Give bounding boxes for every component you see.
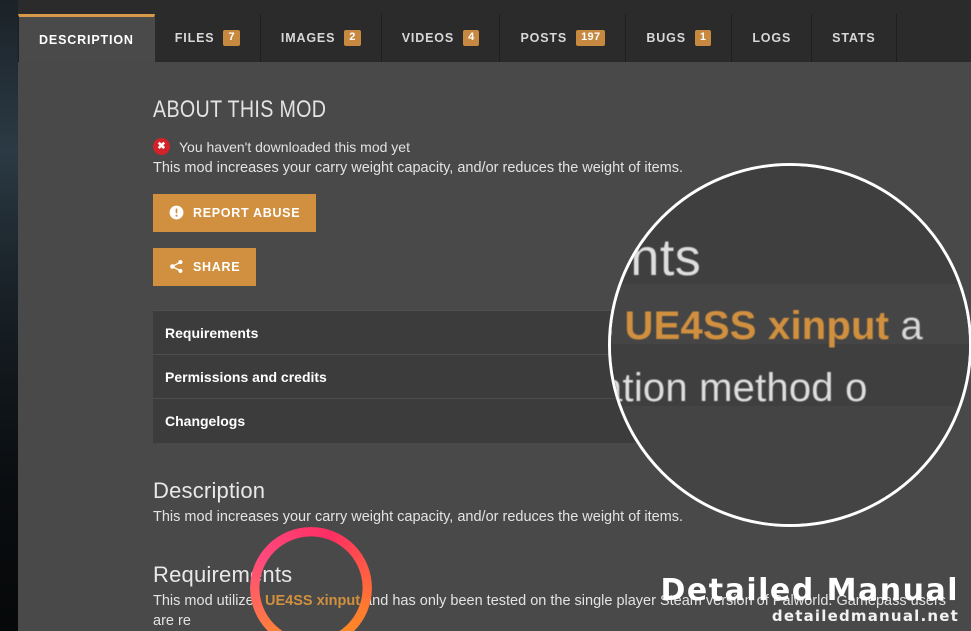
tab-files[interactable]: FILES 7 [154, 14, 261, 62]
tab-images[interactable]: IMAGES 2 [260, 14, 382, 62]
download-status: ✖ You haven't downloaded this mod yet [153, 138, 971, 155]
watermark: Detailed Manual detailedmanual.net [660, 573, 959, 626]
page-root: DESCRIPTION FILES 7 IMAGES 2 VIDEOS 4 PO… [0, 0, 971, 631]
tab-label: DESCRIPTION [39, 32, 134, 47]
about-this-mod-heading: ABOUT THIS MOD [153, 96, 327, 123]
accordion-label: Changelogs [165, 413, 246, 429]
mod-tabbar: DESCRIPTION FILES 7 IMAGES 2 VIDEOS 4 PO… [18, 0, 971, 62]
share-button[interactable]: SHARE [153, 248, 257, 286]
tab-badge-count: 2 [344, 30, 361, 46]
tab-label: LOGS [752, 31, 792, 45]
tab-logs[interactable]: LOGS [732, 14, 813, 62]
site-background-strip [0, 0, 18, 631]
tab-posts[interactable]: POSTS 197 [500, 14, 627, 62]
tab-label: BUGS [646, 31, 686, 45]
tab-label: FILES [174, 31, 215, 45]
magnifier-line-3: lation method o [611, 366, 868, 410]
report-abuse-button[interactable]: REPORT ABUSE [153, 194, 317, 232]
tab-label: IMAGES [280, 31, 336, 45]
share-label: SHARE [193, 259, 241, 274]
share-nodes-icon [169, 259, 184, 274]
tab-description[interactable]: DESCRIPTION [18, 14, 155, 62]
tab-label: VIDEOS [401, 31, 455, 45]
magnifier-line-2: s UE4SS xinput a [611, 304, 923, 349]
watermark-site: detailedmanual.net [771, 607, 959, 625]
tab-badge-count: 4 [463, 30, 480, 46]
tab-label: STATS [832, 31, 876, 45]
requirements-prefix: This mod utilizes [153, 593, 266, 609]
magnifier-content: ents s UE4SS xinput a lation method o [611, 166, 969, 524]
magnifier-band [611, 406, 969, 524]
accordion-label: Requirements [165, 324, 259, 341]
tab-badge-count: 197 [576, 30, 606, 46]
tab-badge-count: 1 [694, 30, 712, 46]
accordion-label: Permissions and credits [165, 368, 327, 385]
magnifier-line-1: ents [611, 229, 702, 287]
watermark-title: Detailed Manual [660, 573, 959, 608]
download-status-label: You haven't downloaded this mod yet [179, 138, 410, 155]
magnifier-line-2-link: UE4SS xinput [624, 304, 890, 348]
tab-stats[interactable]: STATS [812, 14, 897, 62]
exclamation-circle-icon [169, 205, 184, 220]
magnifier-line-2-prefix: s [611, 304, 625, 348]
x-circle-icon: ✖ [153, 138, 170, 155]
magnifier-line-2-suffix: a [889, 304, 923, 348]
tabbar-filler [896, 14, 971, 62]
report-abuse-label: REPORT ABUSE [193, 205, 301, 220]
tab-badge-count: 7 [223, 30, 240, 46]
magnifier-overlay-large: ents s UE4SS xinput a lation method o [608, 163, 971, 527]
tab-bugs[interactable]: BUGS 1 [626, 14, 733, 62]
tab-label: POSTS [520, 31, 568, 45]
tab-videos[interactable]: VIDEOS 4 [381, 14, 501, 62]
